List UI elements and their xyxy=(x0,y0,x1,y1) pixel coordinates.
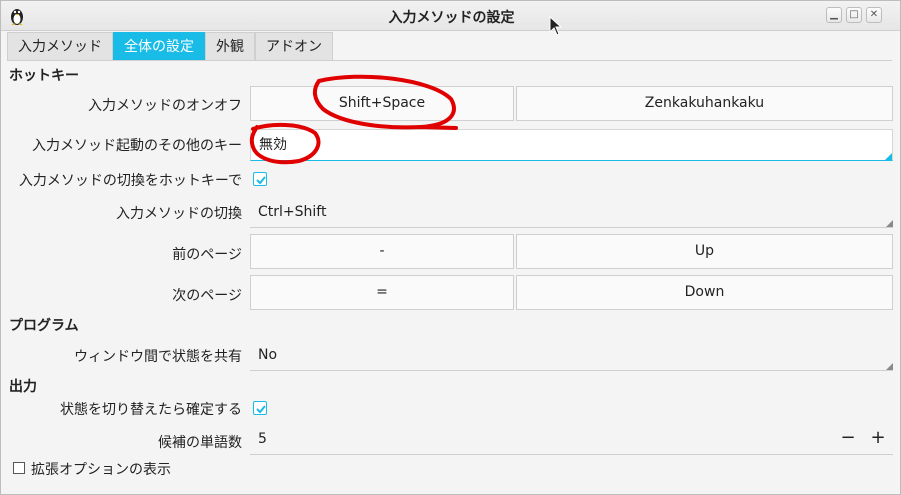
toggle-key1-button[interactable]: Shift+Space xyxy=(250,86,514,121)
tab-addons[interactable]: アドオン xyxy=(255,32,333,60)
candidates-value: 5 xyxy=(258,431,267,447)
next-page-key2-button[interactable]: Down xyxy=(516,275,893,310)
switch-im-value: Ctrl+Shift xyxy=(258,204,327,220)
commit-on-switch-label: 状態を切り替えたら確定する xyxy=(60,402,242,418)
tab-appearance[interactable]: 外観 xyxy=(205,32,255,60)
next-page-label: 次のページ xyxy=(172,288,242,304)
mouse-cursor-icon xyxy=(549,16,563,36)
commit-on-switch-checkbox[interactable] xyxy=(253,401,267,415)
switch-im-label: 入力メソッドの切換 xyxy=(116,206,242,222)
prev-page-label: 前のページ xyxy=(172,247,242,263)
increment-button[interactable]: + xyxy=(868,428,888,450)
section-hotkey: ホットキー xyxy=(9,68,79,84)
combo-corner-icon xyxy=(886,363,893,370)
candidates-label: 候補の単語数 xyxy=(158,435,242,451)
check-icon xyxy=(256,176,266,185)
maximize-button[interactable]: □ xyxy=(846,7,862,23)
extra-trigger-label: 入力メソッド起動のその他のキー xyxy=(32,138,242,154)
switch-hotkey-checkbox[interactable] xyxy=(253,172,267,186)
close-button[interactable]: ✕ xyxy=(866,7,882,23)
title-bar[interactable]: 入力メソッドの設定 ▁ □ ✕ xyxy=(1,1,900,31)
minimize-button[interactable]: ▁ xyxy=(826,7,842,23)
section-program: プログラム xyxy=(9,318,79,334)
next-page-key1-button[interactable]: = xyxy=(250,275,514,310)
window-controls: ▁ □ ✕ xyxy=(826,7,882,23)
share-state-combo[interactable]: No xyxy=(250,339,893,371)
toggle-key2-button[interactable]: Zenkakuhankaku xyxy=(516,86,893,121)
tab-divider xyxy=(7,60,892,61)
advanced-options-checkbox[interactable] xyxy=(13,462,25,474)
advanced-options-label: 拡張オプションの表示 xyxy=(31,462,171,478)
settings-window: 入力メソッドの設定 ▁ □ ✕ 入力メソッド 全体の設定 外観 アドオン ホット… xyxy=(0,0,901,495)
toggle-im-label: 入力メソッドのオンオフ xyxy=(88,98,242,114)
candidates-spinbox[interactable]: 5 − + xyxy=(250,425,893,455)
prev-page-key2-button[interactable]: Up xyxy=(516,234,893,269)
combo-corner-icon xyxy=(885,153,892,160)
section-output: 出力 xyxy=(9,379,37,395)
switch-im-combo[interactable]: Ctrl+Shift xyxy=(250,196,893,228)
tab-input-methods[interactable]: 入力メソッド xyxy=(7,32,113,60)
check-icon xyxy=(256,405,266,414)
combo-corner-icon xyxy=(886,220,893,227)
window-title: 入力メソッドの設定 xyxy=(388,10,515,26)
extra-trigger-combo[interactable]: 無効 xyxy=(250,129,893,161)
switch-hotkey-label: 入力メソッドの切換をホットキーで xyxy=(18,173,242,189)
extra-trigger-value: 無効 xyxy=(259,137,287,153)
prev-page-key1-button[interactable]: - xyxy=(250,234,514,269)
decrement-button[interactable]: − xyxy=(838,428,858,450)
tab-global-config[interactable]: 全体の設定 xyxy=(113,32,205,60)
share-state-value: No xyxy=(258,347,278,363)
share-state-label: ウィンドウ間で状態を共有 xyxy=(74,349,242,365)
tab-bar: 入力メソッド 全体の設定 外観 アドオン xyxy=(7,32,333,60)
